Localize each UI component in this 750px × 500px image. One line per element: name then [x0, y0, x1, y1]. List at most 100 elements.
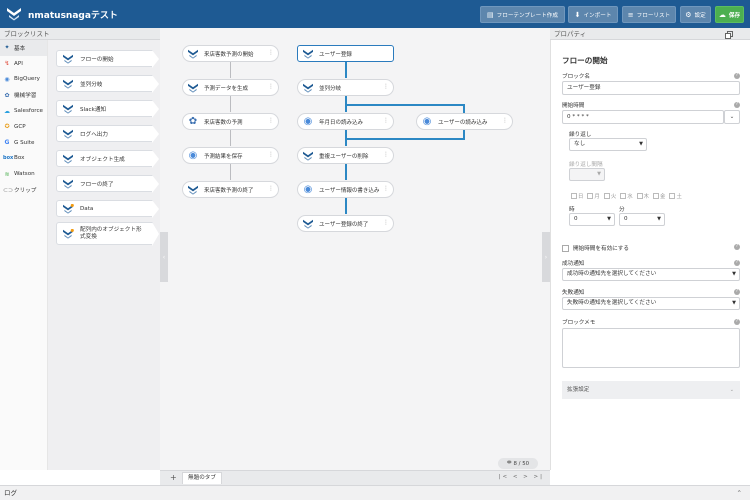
more-options-icon[interactable]: ⋮: [383, 152, 389, 158]
collapse-right-panel-button[interactable]: ›: [542, 232, 550, 282]
enable-start-time-row[interactable]: 開始時間を有効にする: [562, 244, 629, 252]
flow-node[interactable]: 並列分岐 ⋮: [297, 79, 394, 96]
help-icon[interactable]: ?: [734, 319, 740, 325]
flow-node[interactable]: ◉ ユーザーの読み込み ⋮: [416, 113, 513, 130]
flow-node[interactable]: ◉ ユーザー情報の書き込み ⋮: [297, 181, 394, 198]
more-options-icon[interactable]: ⋮: [383, 84, 389, 90]
category-salesforce[interactable]: ☁ Salesforce: [0, 103, 47, 119]
flow-node[interactable]: 重複ユーザーの削除 ⋮: [297, 147, 394, 164]
checkbox[interactable]: [620, 193, 627, 199]
start-time-input[interactable]: 0 * * * *: [562, 110, 724, 124]
flow-list-button[interactable]: ≡ フローリスト: [622, 6, 676, 23]
copy-icon[interactable]: [725, 31, 733, 39]
failure-notify-select[interactable]: 失敗時の通知先を選択してください ▼: [562, 297, 740, 310]
more-options-icon[interactable]: ⋮: [268, 84, 274, 90]
weekday-tue[interactable]: 火: [603, 192, 616, 200]
category-box[interactable]: box Box: [0, 151, 47, 167]
category-watson[interactable]: ≋ Watson: [0, 166, 47, 182]
more-options-icon[interactable]: ⋮: [268, 50, 274, 56]
connector: [463, 104, 465, 113]
create-template-button[interactable]: ▤ フローテンプレート作成: [480, 6, 565, 23]
weekday-sun[interactable]: 日: [571, 192, 583, 200]
checkbox[interactable]: [636, 193, 643, 199]
help-icon[interactable]: ?: [734, 244, 740, 250]
category-gsuite[interactable]: GG Suite: [0, 135, 47, 151]
collapse-left-panel-button[interactable]: ‹: [160, 232, 168, 282]
connector: [230, 164, 231, 180]
more-options-icon[interactable]: ⋮: [502, 118, 508, 124]
save-button[interactable]: ☁ 保存: [715, 6, 744, 23]
app-logo-icon[interactable]: [6, 7, 22, 21]
checkbox[interactable]: [669, 193, 676, 199]
minute-select[interactable]: 0 ▼: [619, 213, 665, 226]
weekday-fri[interactable]: 金: [653, 192, 665, 200]
weekday-thu[interactable]: 木: [636, 192, 649, 200]
flow-node[interactable]: ◉ 予測結果を保存 ⋮: [182, 147, 279, 164]
start-time-label: 開始時間: [562, 103, 585, 109]
category-gcp[interactable]: ✪ GCP: [0, 119, 47, 135]
flow-node[interactable]: ユーザー登録の終了 ⋮: [297, 215, 394, 232]
palette-block-object[interactable]: オブジェクト生成: [56, 150, 159, 168]
flow-node[interactable]: 来店客数予測の開始 ⋮: [182, 45, 279, 62]
palette-block-parallel[interactable]: 並列分岐: [56, 75, 159, 93]
checkbox[interactable]: [653, 193, 660, 199]
flow-node-selected[interactable]: ユーザー登録: [297, 45, 394, 62]
block-name-input[interactable]: ユーザー登録: [562, 81, 740, 95]
tab-navigation[interactable]: |< < > >|: [499, 474, 544, 480]
help-icon[interactable]: ?: [734, 73, 740, 79]
checkbox[interactable]: [587, 193, 594, 199]
extended-settings-toggle[interactable]: 拡張設定 ⌄: [562, 381, 740, 399]
category-clip[interactable]: ⊂⊃ クリップ: [0, 182, 47, 198]
category-api[interactable]: ↯ API: [0, 56, 47, 72]
log-bar[interactable]: ログ ⌃: [0, 485, 750, 500]
flow-node[interactable]: ◉ 年月日の読み込み ⋮: [297, 113, 394, 130]
add-tab-button[interactable]: +: [170, 473, 177, 482]
palette-block-flow-end[interactable]: フローの終了: [56, 175, 159, 193]
chevron-up-icon[interactable]: ⌃: [737, 486, 742, 500]
minute-label: 分: [619, 207, 625, 213]
category-ml[interactable]: ✿ 機械学習: [0, 87, 47, 103]
bigquery-icon: ◉: [303, 116, 313, 127]
tab-untitled[interactable]: 無題のタブ: [182, 472, 222, 484]
flow-start-icon: [61, 52, 75, 66]
help-icon[interactable]: ?: [734, 289, 740, 295]
settings-button[interactable]: ⚙ 設定: [680, 6, 711, 23]
weekday-mon[interactable]: 月: [587, 192, 600, 200]
palette-block-log[interactable]: ログへ出力: [56, 125, 159, 143]
connector: [345, 138, 465, 140]
more-options-icon[interactable]: ⋮: [268, 152, 274, 158]
checkbox[interactable]: [571, 193, 577, 199]
success-notify-select[interactable]: 成功時の通知先を選択してください ▼: [562, 268, 740, 281]
palette-block-data[interactable]: Data: [56, 200, 159, 218]
more-options-icon[interactable]: ⋮: [383, 220, 389, 226]
download-icon: ⬇: [574, 10, 581, 19]
enable-start-time-checkbox[interactable]: [562, 244, 569, 252]
chevron-left-icon: ‹: [162, 253, 166, 261]
weekday-wed[interactable]: 水: [620, 192, 633, 200]
block-memo-textarea[interactable]: [562, 328, 740, 368]
flow-node[interactable]: 予測データを生成 ⋮: [182, 79, 279, 96]
palette-block-array-convert[interactable]: 配列内のオブジェクト形式変換: [56, 222, 159, 246]
connector: [345, 164, 347, 180]
palette-block-slack[interactable]: Slack通知: [56, 100, 159, 118]
flow-canvas[interactable]: 来店客数予測の開始 ⋮ 予測データを生成 ⋮ ✿ 来店客数の予測 ⋮ ◉ 予測結果を保存 ⋮…: [160, 28, 550, 470]
help-icon[interactable]: ?: [734, 102, 740, 108]
category-bigquery[interactable]: ◉ BigQuery: [0, 72, 47, 88]
help-icon[interactable]: ?: [734, 260, 740, 266]
weekday-sat[interactable]: 土: [669, 192, 682, 200]
flow-node[interactable]: ✿ 来店客数の予測 ⋮: [182, 113, 279, 130]
palette-block-flow-start[interactable]: フローの開始: [56, 50, 159, 68]
import-button[interactable]: ⬇ インポート: [568, 6, 618, 23]
connector: [230, 130, 231, 146]
more-options-icon[interactable]: ⋮: [268, 118, 274, 124]
app-title: nmatusnagaテスト: [28, 11, 118, 21]
category-basic[interactable]: ✦ 基本: [0, 40, 47, 56]
checkbox[interactable]: [603, 193, 610, 199]
flow-node[interactable]: 来店客数予測の終了 ⋮: [182, 181, 279, 198]
more-options-icon[interactable]: ⋮: [383, 186, 389, 192]
hour-select[interactable]: 0 ▼: [569, 213, 615, 226]
start-time-toggle[interactable]: ⌄: [724, 110, 740, 124]
more-options-icon[interactable]: ⋮: [268, 186, 274, 192]
repeat-select[interactable]: なし ▼: [569, 138, 647, 151]
more-options-icon[interactable]: ⋮: [383, 118, 389, 124]
